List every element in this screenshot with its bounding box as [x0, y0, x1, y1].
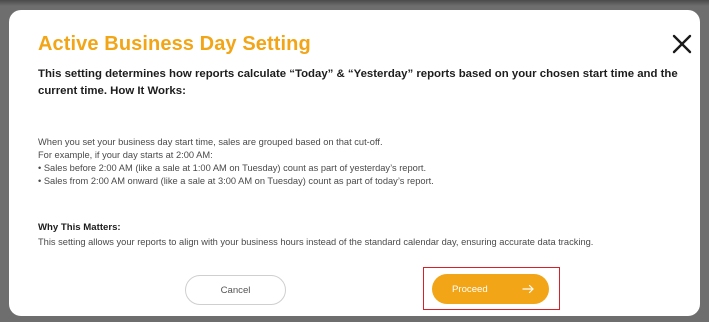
cancel-button[interactable]: Cancel — [185, 275, 286, 305]
dialog-title: Active Business Day Setting — [38, 33, 311, 55]
why-this-matters-heading: Why This Matters: — [38, 222, 121, 233]
body-line: • Sales before 2:00 AM (like a sale at 1… — [38, 163, 427, 173]
how-it-works-text: When you set your business day start tim… — [38, 136, 688, 188]
close-button[interactable] — [670, 32, 694, 56]
business-day-setting-dialog: Active Business Day Setting This setting… — [9, 10, 700, 316]
close-icon — [672, 34, 692, 54]
body-line: For example, if your day starts at 2:00 … — [38, 150, 213, 160]
proceed-button[interactable]: Proceed — [432, 274, 549, 304]
body-line: • Sales from 2:00 AM onward (like a sale… — [38, 176, 434, 186]
arrow-right-icon — [522, 284, 534, 294]
body-line: When you set your business day start tim… — [38, 137, 383, 147]
why-this-matters-text: This setting allows your reports to alig… — [38, 237, 594, 247]
dialog-intro: This setting determines how reports calc… — [38, 68, 678, 97]
proceed-button-label: Proceed — [452, 283, 488, 295]
